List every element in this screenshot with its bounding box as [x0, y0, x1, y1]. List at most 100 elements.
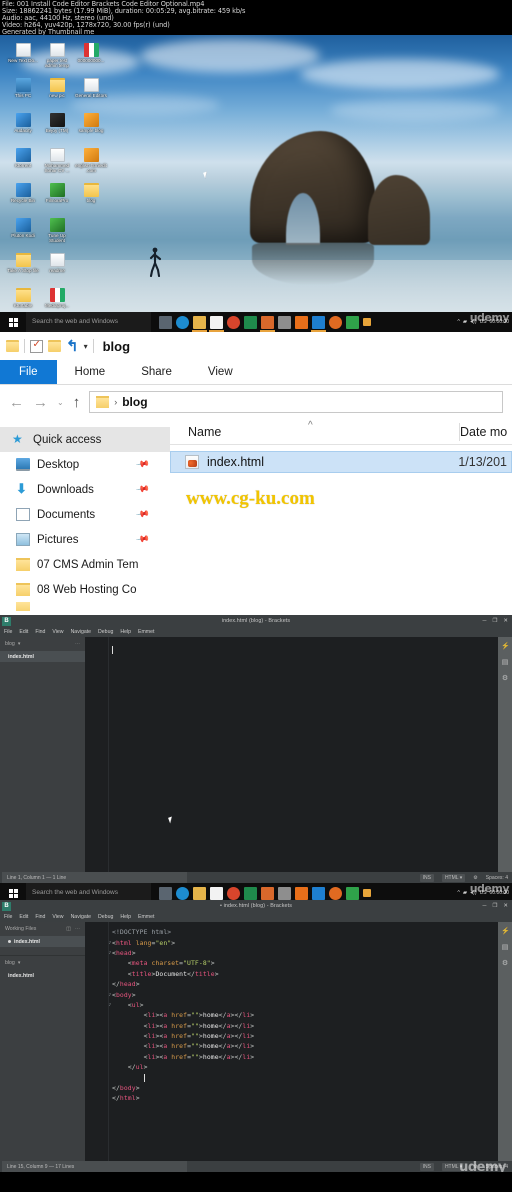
brackets-menu-bar[interactable]: File Edit Find View Navigate Debug Help …: [0, 627, 512, 637]
system-tray[interactable]: ^ ▰ ◂)) US 00:00:00: [457, 319, 512, 325]
desktop-icon[interactable]: Tune Up Student: [40, 218, 74, 243]
split-view-icon[interactable]: ◫: [66, 926, 71, 932]
code-line[interactable]: 13 <li><a href="">home</a></li>: [85, 1052, 498, 1062]
customize-toolbar-chevron-down-icon[interactable]: ▾: [84, 342, 88, 351]
menu-edit[interactable]: Edit: [19, 629, 28, 635]
gear-icon[interactable]: ⚙: [473, 1164, 477, 1170]
taskbar-app-list[interactable]: [159, 315, 371, 332]
sidebar-tools[interactable]: ◫ ⋯: [66, 926, 80, 932]
desktop-icon[interactable]: This PC: [6, 78, 40, 98]
code-content[interactable]: </html>: [112, 1094, 140, 1102]
sidebar-item-cms-admin[interactable]: 07 CMS Admin Tem: [0, 552, 170, 577]
desktop-icon[interactable]: Bejoy (TM): [40, 113, 74, 133]
menu-find[interactable]: Find: [35, 629, 45, 635]
code-content[interactable]: <head>: [112, 949, 136, 957]
desktop-icon[interactable]: Pluton Kodi: [6, 218, 40, 238]
start-button[interactable]: [0, 312, 26, 332]
taskbar-vlc-icon[interactable]: [295, 315, 308, 329]
system-tray[interactable]: ^ ▰ ◂)) US 00:00:00: [457, 890, 512, 896]
taskbar-task-view-icon[interactable]: [159, 886, 172, 900]
desktop-icon[interactable]: paper test admin temp: [40, 43, 74, 68]
taskbar-brackets-icon[interactable]: [311, 886, 326, 903]
sidebar-item-web-hosting[interactable]: 08 Web Hosting Co: [0, 577, 170, 602]
menu-view[interactable]: View: [52, 629, 63, 635]
taskbar-chrome-icon[interactable]: [227, 315, 240, 329]
tray-language-indicator[interactable]: US: [480, 890, 487, 896]
menu-emmet[interactable]: Emmet: [138, 629, 154, 635]
taskbar-search-input[interactable]: Search the web and Windows: [26, 312, 151, 332]
language-selector[interactable]: HTML ▾: [441, 1162, 466, 1171]
code-line[interactable]: 1: [85, 645, 498, 655]
code-line[interactable]: 16</body>: [85, 1083, 498, 1093]
menu-view[interactable]: View: [52, 914, 63, 920]
explorer-address-bar[interactable]: ← → ⌄ ↑ › blog: [0, 385, 512, 419]
taskbar-edge-icon[interactable]: [176, 886, 189, 900]
taskbar-edge-icon[interactable]: [176, 315, 189, 329]
taskbar-task-view-icon[interactable]: [159, 315, 172, 329]
code-line[interactable]: 6</head>: [85, 979, 498, 989]
indentation-selector[interactable]: Spaces: 4: [486, 875, 508, 881]
brackets-title-bar[interactable]: B • index.html (blog) - Brackets ─ ❐ ✕: [0, 900, 512, 912]
desktop-icon[interactable]: Take A Stop file: [6, 253, 40, 273]
language-selector[interactable]: HTML ▾: [441, 873, 466, 882]
menu-debug[interactable]: Debug: [98, 629, 113, 635]
code-content[interactable]: [112, 646, 113, 655]
desktop-icon[interactable]: Ktorrent: [6, 148, 40, 168]
extension-manager-icon[interactable]: ▤: [501, 659, 509, 667]
desktop-wallpaper[interactable]: New Text Do... paper test admin temp 000…: [0, 35, 512, 312]
pin-icon[interactable]: 📌: [135, 532, 150, 547]
explorer-navigation-pane[interactable]: ★ Quick access Desktop 📌 ⬇ Downloads 📌 D…: [0, 419, 170, 615]
taskbar-brackets-icon[interactable]: [311, 315, 326, 332]
code-line[interactable]: 8▽ <ul>: [85, 1000, 498, 1010]
desktop-icon[interactable]: Mediaproj...: [40, 288, 74, 308]
menu-navigate[interactable]: Navigate: [71, 914, 91, 920]
more-icon[interactable]: ⋯: [75, 641, 80, 647]
desktop-icon[interactable]: Kturtable: [6, 288, 40, 308]
tray-clock[interactable]: 00:00:00: [490, 319, 509, 325]
sidebar-item-partial[interactable]: [0, 602, 170, 611]
menu-find[interactable]: Find: [35, 914, 45, 920]
live-preview-icon[interactable]: ⚡: [501, 928, 510, 936]
code-content[interactable]: <li><a href="">home</a></li>: [112, 1011, 255, 1019]
taskbar-notification-app-icon[interactable]: [363, 318, 371, 326]
sidebar-item-desktop[interactable]: Desktop 📌: [0, 452, 170, 477]
code-line[interactable]: 3▽<head>: [85, 948, 498, 958]
taskbar-firefox-icon[interactable]: [329, 886, 342, 900]
pin-icon[interactable]: 📌: [135, 507, 150, 522]
menu-help[interactable]: Help: [120, 914, 131, 920]
code-content[interactable]: [112, 1073, 145, 1082]
code-content[interactable]: <li><a href="">home</a></li>: [112, 1022, 255, 1030]
code-content[interactable]: </ul>: [112, 1063, 148, 1071]
code-content[interactable]: <!DOCTYPE html>: [112, 928, 171, 936]
column-header-date-modified[interactable]: Date mo: [448, 425, 507, 439]
sidebar-item-quick-access[interactable]: ★ Quick access: [0, 427, 170, 452]
brackets-right-toolbar[interactable]: ⚡ ▤ ⚙: [498, 922, 512, 1161]
menu-debug[interactable]: Debug: [98, 914, 113, 920]
code-content[interactable]: <li><a href="">home</a></li>: [112, 1032, 255, 1040]
taskbar-vlc-icon[interactable]: [295, 886, 308, 900]
file-explorer-window[interactable]: ↰ ▾ blog File Home Share View ← → ⌄ ↑ › …: [0, 332, 512, 615]
brackets-window-top[interactable]: B index.html (blog) - Brackets ─ ❐ ✕ Fil…: [0, 615, 512, 883]
file-name-cell[interactable]: index.html: [207, 455, 264, 469]
column-header-name[interactable]: Name ^: [170, 420, 448, 439]
tray-expand-chevron-icon[interactable]: ^: [457, 890, 460, 896]
sidebar-tools[interactable]: ⋯: [75, 641, 80, 647]
code-line[interactable]: 4 <meta charset="UTF-8">: [85, 958, 498, 968]
insert-mode-toggle[interactable]: INS: [419, 1162, 434, 1171]
breadcrumb-path[interactable]: blog: [122, 395, 147, 409]
desktop-icon[interactable]: blog: [74, 183, 108, 203]
taskbar-image-viewer-icon[interactable]: [260, 315, 275, 332]
code-content[interactable]: <li><a href="">home</a></li>: [112, 1042, 255, 1050]
table-row[interactable]: index.html 1/13/201: [170, 451, 512, 473]
menu-edit[interactable]: Edit: [19, 914, 28, 920]
project-chevron-down-icon[interactable]: ▾: [18, 960, 21, 966]
taskbar-camtasia-icon[interactable]: [346, 315, 359, 329]
settings-icon[interactable]: ⚙: [501, 960, 509, 968]
address-breadcrumb[interactable]: › blog: [89, 391, 503, 413]
recent-locations-chevron-down-icon[interactable]: ⌄: [57, 398, 64, 407]
pin-icon[interactable]: 📌: [135, 482, 150, 497]
project-header[interactable]: blog ▾: [0, 956, 85, 970]
column-divider[interactable]: [459, 423, 460, 441]
menu-file[interactable]: File: [4, 914, 12, 920]
project-header[interactable]: blog ▾ ⋯: [0, 637, 85, 651]
